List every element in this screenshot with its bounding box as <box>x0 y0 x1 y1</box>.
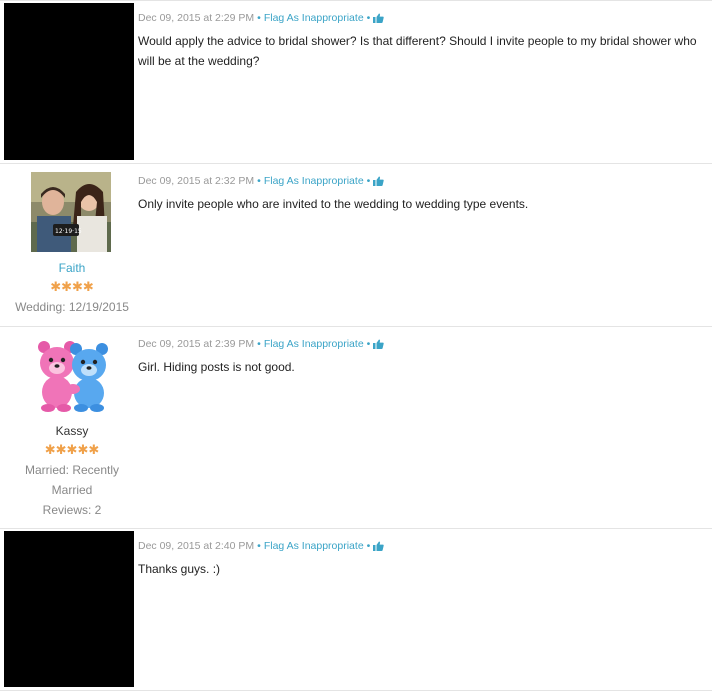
post-body: Would apply the advice to bridal shower?… <box>138 34 697 68</box>
avatar[interactable]: 12·19·15 <box>31 172 111 252</box>
post-timestamp: Dec 09, 2015 at 2:32 PM <box>138 175 255 187</box>
user-name-link[interactable]: Faith <box>0 261 144 275</box>
separator: • <box>366 12 371 24</box>
post: Kassy ✱✱✱✱✱ Married: Recently Married Re… <box>0 326 712 527</box>
post: 12·19·15 Faith ✱✱✱✱ Wedding: 12/19/2015 … <box>0 163 712 326</box>
married-status: Married: Recently <box>24 463 120 477</box>
svg-text:12·19·15: 12·19·15 <box>55 228 82 235</box>
redacted-avatar <box>4 3 134 160</box>
separator: • <box>257 540 261 552</box>
thumbs-up-icon[interactable] <box>373 339 385 349</box>
redacted-avatar <box>4 531 134 687</box>
user-name-link[interactable]: Kassy <box>0 424 144 438</box>
separator: • <box>257 12 261 24</box>
post-timestamp: Dec 09, 2015 at 2:40 PM <box>138 540 255 552</box>
review-count: Reviews: 2 <box>42 503 102 517</box>
wedding-date: Wedding: 12/19/2015 <box>15 300 129 314</box>
separator: • <box>257 338 261 350</box>
post-body: Only invite people who are invited to th… <box>138 197 529 211</box>
married-status-cont: Married <box>51 483 93 497</box>
separator: • <box>366 338 371 350</box>
post: Dec 09, 2015 at 2:29 PM • Flag As Inapprop… <box>0 0 712 163</box>
separator: • <box>366 175 371 187</box>
post-meta: Dec 09, 2015 at 2:29 PM • Flag As Inapprop… <box>138 12 385 24</box>
post-body: Thanks guys. :) <box>138 562 221 576</box>
separator: • <box>366 540 371 552</box>
post-meta: Dec 09, 2015 at 2:32 PM • Flag As Inapprop… <box>138 175 385 187</box>
post-timestamp: Dec 09, 2015 at 2:29 PM <box>138 12 255 24</box>
post-timestamp: Dec 09, 2015 at 2:39 PM <box>138 338 255 350</box>
thumbs-up-icon[interactable] <box>373 541 385 551</box>
flag-inappropriate-link[interactable]: Flag As Inappropriate <box>264 338 364 350</box>
flag-inappropriate-link[interactable]: Flag As Inappropriate <box>264 540 364 552</box>
post-body: Girl. Hiding posts is not good. <box>138 360 295 374</box>
rating-stars: ✱✱✱✱✱ <box>44 442 100 457</box>
flag-inappropriate-link[interactable]: Flag As Inappropriate <box>264 12 364 24</box>
thumbs-up-icon[interactable] <box>373 176 385 186</box>
post-meta: Dec 09, 2015 at 2:40 PM • Flag As Inapprop… <box>138 540 385 552</box>
flag-inappropriate-link[interactable]: Flag As Inappropriate <box>264 175 364 187</box>
teddy-bears-avatar[interactable] <box>30 337 114 413</box>
post: Dec 09, 2015 at 2:40 PM • Flag As Inapprop… <box>0 528 712 691</box>
rating-stars: ✱✱✱✱ <box>50 279 94 294</box>
separator: • <box>257 175 261 187</box>
post-meta: Dec 09, 2015 at 2:39 PM • Flag As Inapprop… <box>138 338 385 350</box>
thumbs-up-icon[interactable] <box>373 13 385 23</box>
